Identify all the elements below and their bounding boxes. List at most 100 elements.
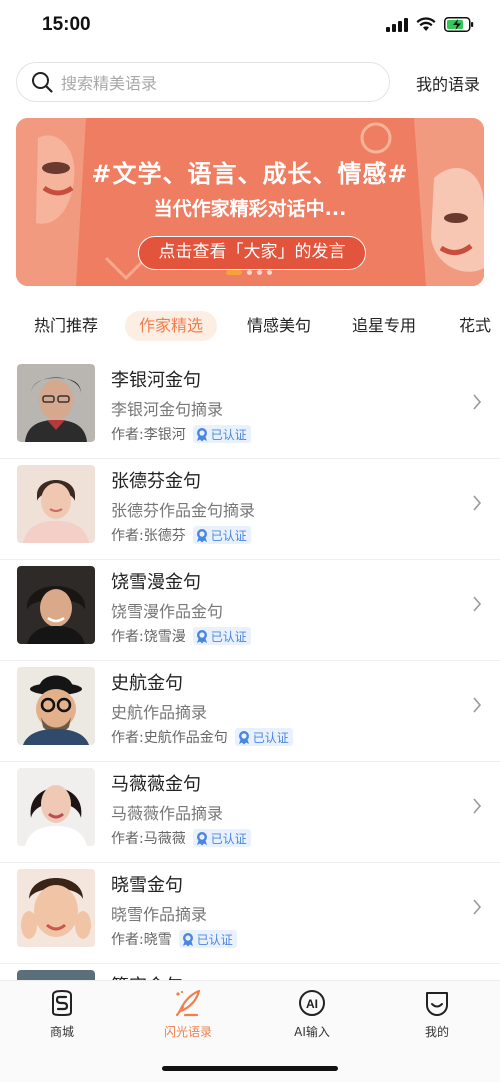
verified-badge: 已认证: [192, 425, 251, 443]
chevron-right-icon: [473, 596, 482, 612]
item-author-row: 作者:晓雪 已认证: [111, 929, 237, 949]
list-item[interactable]: 李银河金句 李银河金句摘录 作者:李银河 已认证: [0, 358, 500, 459]
banner-dot: [257, 270, 262, 275]
svg-text:AI: AI: [306, 997, 318, 1011]
verified-badge: 已认证: [192, 526, 251, 544]
avatar: [17, 869, 95, 947]
tab-writers[interactable]: 作家精选: [125, 311, 218, 341]
item-author-row: 作者:饶雪漫 已认证: [111, 626, 251, 646]
nav-ai-input-label: AI输入: [294, 1025, 330, 1039]
shop-icon: [52, 989, 72, 1016]
avatar: [17, 566, 95, 644]
banner-dot: [247, 270, 252, 275]
avatar: [17, 465, 95, 543]
item-title: 马薇薇金句: [111, 774, 201, 795]
list-item[interactable]: 晓雪金句 晓雪作品摘录 作者:晓雪 已认证: [0, 863, 500, 964]
chevron-right-icon: [473, 495, 482, 511]
ai-icon: AI: [299, 990, 325, 1016]
search-input[interactable]: 搜索精美语录: [16, 62, 390, 102]
list-item[interactable]: 张德芬金句 张德芬作品金句摘录 作者:张德芬 已认证: [0, 459, 500, 560]
search-row: 搜索精美语录 我的语录: [16, 62, 486, 102]
chevron-right-icon: [473, 697, 482, 713]
item-author-row: 作者:史航作品金句 已认证: [111, 727, 293, 747]
banner-dot-active: [226, 270, 242, 275]
item-author: 作者:饶雪漫: [111, 629, 186, 645]
avatar: [17, 667, 95, 745]
item-author: 作者:李银河: [111, 427, 186, 443]
verified-badge: 已认证: [234, 728, 293, 746]
item-title: 晓雪金句: [111, 875, 183, 896]
tab-fans[interactable]: 追星专用: [338, 311, 430, 341]
item-desc: 史航作品摘录: [111, 703, 208, 722]
battery-charging-icon: [444, 17, 474, 32]
item-desc: 张德芬作品金句摘录: [111, 501, 256, 520]
item-title: 张德芬金句: [111, 471, 201, 492]
verified-label: 已认证: [252, 730, 289, 745]
item-author-row: 作者:李银河 已认证: [111, 424, 251, 444]
verified-badge-icon: [196, 831, 207, 845]
nav-quotes-label: 闪光语录: [163, 1025, 212, 1039]
chevron-right-icon: [473, 899, 482, 915]
verified-badge: 已认证: [178, 930, 237, 948]
nav-shop-label: 商城: [49, 1025, 74, 1039]
item-author: 作者:晓雪: [111, 932, 172, 948]
verified-badge: 已认证: [192, 829, 251, 847]
verified-badge-icon: [196, 427, 207, 441]
verified-badge-icon: [238, 730, 249, 744]
quill-icon: [175, 989, 201, 1017]
verified-badge: 已认证: [192, 627, 251, 645]
verified-label: 已认证: [210, 629, 247, 644]
search-icon: [32, 72, 53, 93]
promo-banner[interactable]: #文学、语言、成长、情感# 当代作家精彩对话中... 点击查看「大家」的发言: [16, 118, 484, 286]
list-item[interactable]: 饶雪漫金句 饶雪漫作品金句 作者:饶雪漫 已认证: [0, 560, 500, 661]
item-title: 李银河金句: [111, 370, 201, 391]
item-author-row: 作者:张德芬 已认证: [111, 525, 251, 545]
item-title: 史航金句: [111, 673, 183, 694]
chevron-right-icon: [473, 394, 482, 410]
nav-profile[interactable]: 我的: [397, 989, 477, 1040]
verified-label: 已认证: [196, 932, 233, 947]
tab-emotion[interactable]: 情感美句: [233, 311, 325, 341]
status-time: 15:00: [42, 14, 91, 35]
item-author: 作者:马薇薇: [111, 831, 186, 847]
verified-badge-icon: [182, 932, 193, 946]
status-icons: [386, 17, 474, 32]
item-author: 作者:史航作品金句: [111, 730, 228, 746]
item-author: 作者:张德芬: [111, 528, 186, 544]
item-desc: 马薇薇作品摘录: [111, 804, 224, 823]
banner-dot: [267, 270, 272, 275]
nav-quotes[interactable]: 闪光语录: [148, 989, 228, 1040]
banner-subtitle: 当代作家精彩对话中...: [153, 198, 347, 220]
chevron-right-icon: [473, 798, 482, 814]
tab-fancy[interactable]: 花式: [445, 311, 500, 341]
avatar: [17, 768, 95, 846]
nav-ai-input[interactable]: AI AI输入: [272, 989, 352, 1040]
avatar: [17, 364, 95, 442]
banner-title: #文学、语言、成长、情感#: [91, 160, 409, 188]
category-tabs: 热门推荐 作家精选 情感美句 追星专用 花式: [0, 308, 500, 344]
item-title: 饶雪漫金句: [111, 572, 201, 593]
banner-cta-button[interactable]: 点击查看「大家」的发言: [138, 236, 366, 270]
verified-label: 已认证: [210, 427, 247, 442]
verified-label: 已认证: [210, 528, 247, 543]
profile-icon: [426, 992, 448, 1016]
item-desc: 李银河金句摘录: [111, 400, 224, 419]
search-placeholder: 搜索精美语录: [61, 74, 158, 93]
nav-shop[interactable]: 商城: [22, 989, 102, 1040]
list-item[interactable]: 马薇薇金句 马薇薇作品摘录 作者:马薇薇 已认证: [0, 762, 500, 863]
wifi-icon: [416, 17, 436, 31]
item-desc: 饶雪漫作品金句: [111, 602, 224, 621]
tab-hot[interactable]: 热门推荐: [20, 311, 112, 341]
list-item[interactable]: 史航金句 史航作品摘录 作者:史航作品金句 已认证: [0, 661, 500, 762]
item-desc: 晓雪作品摘录: [111, 905, 208, 924]
my-quotes-link[interactable]: 我的语录: [416, 71, 480, 95]
verified-label: 已认证: [210, 831, 247, 846]
nav-profile-label: 我的: [424, 1025, 449, 1039]
signal-icon: [386, 17, 408, 32]
verified-badge-icon: [196, 629, 207, 643]
item-author-row: 作者:马薇薇 已认证: [111, 828, 251, 848]
status-bar: 15:00: [0, 0, 500, 52]
verified-badge-icon: [196, 528, 207, 542]
home-indicator: [162, 1066, 338, 1071]
banner-pagination: [226, 270, 272, 275]
